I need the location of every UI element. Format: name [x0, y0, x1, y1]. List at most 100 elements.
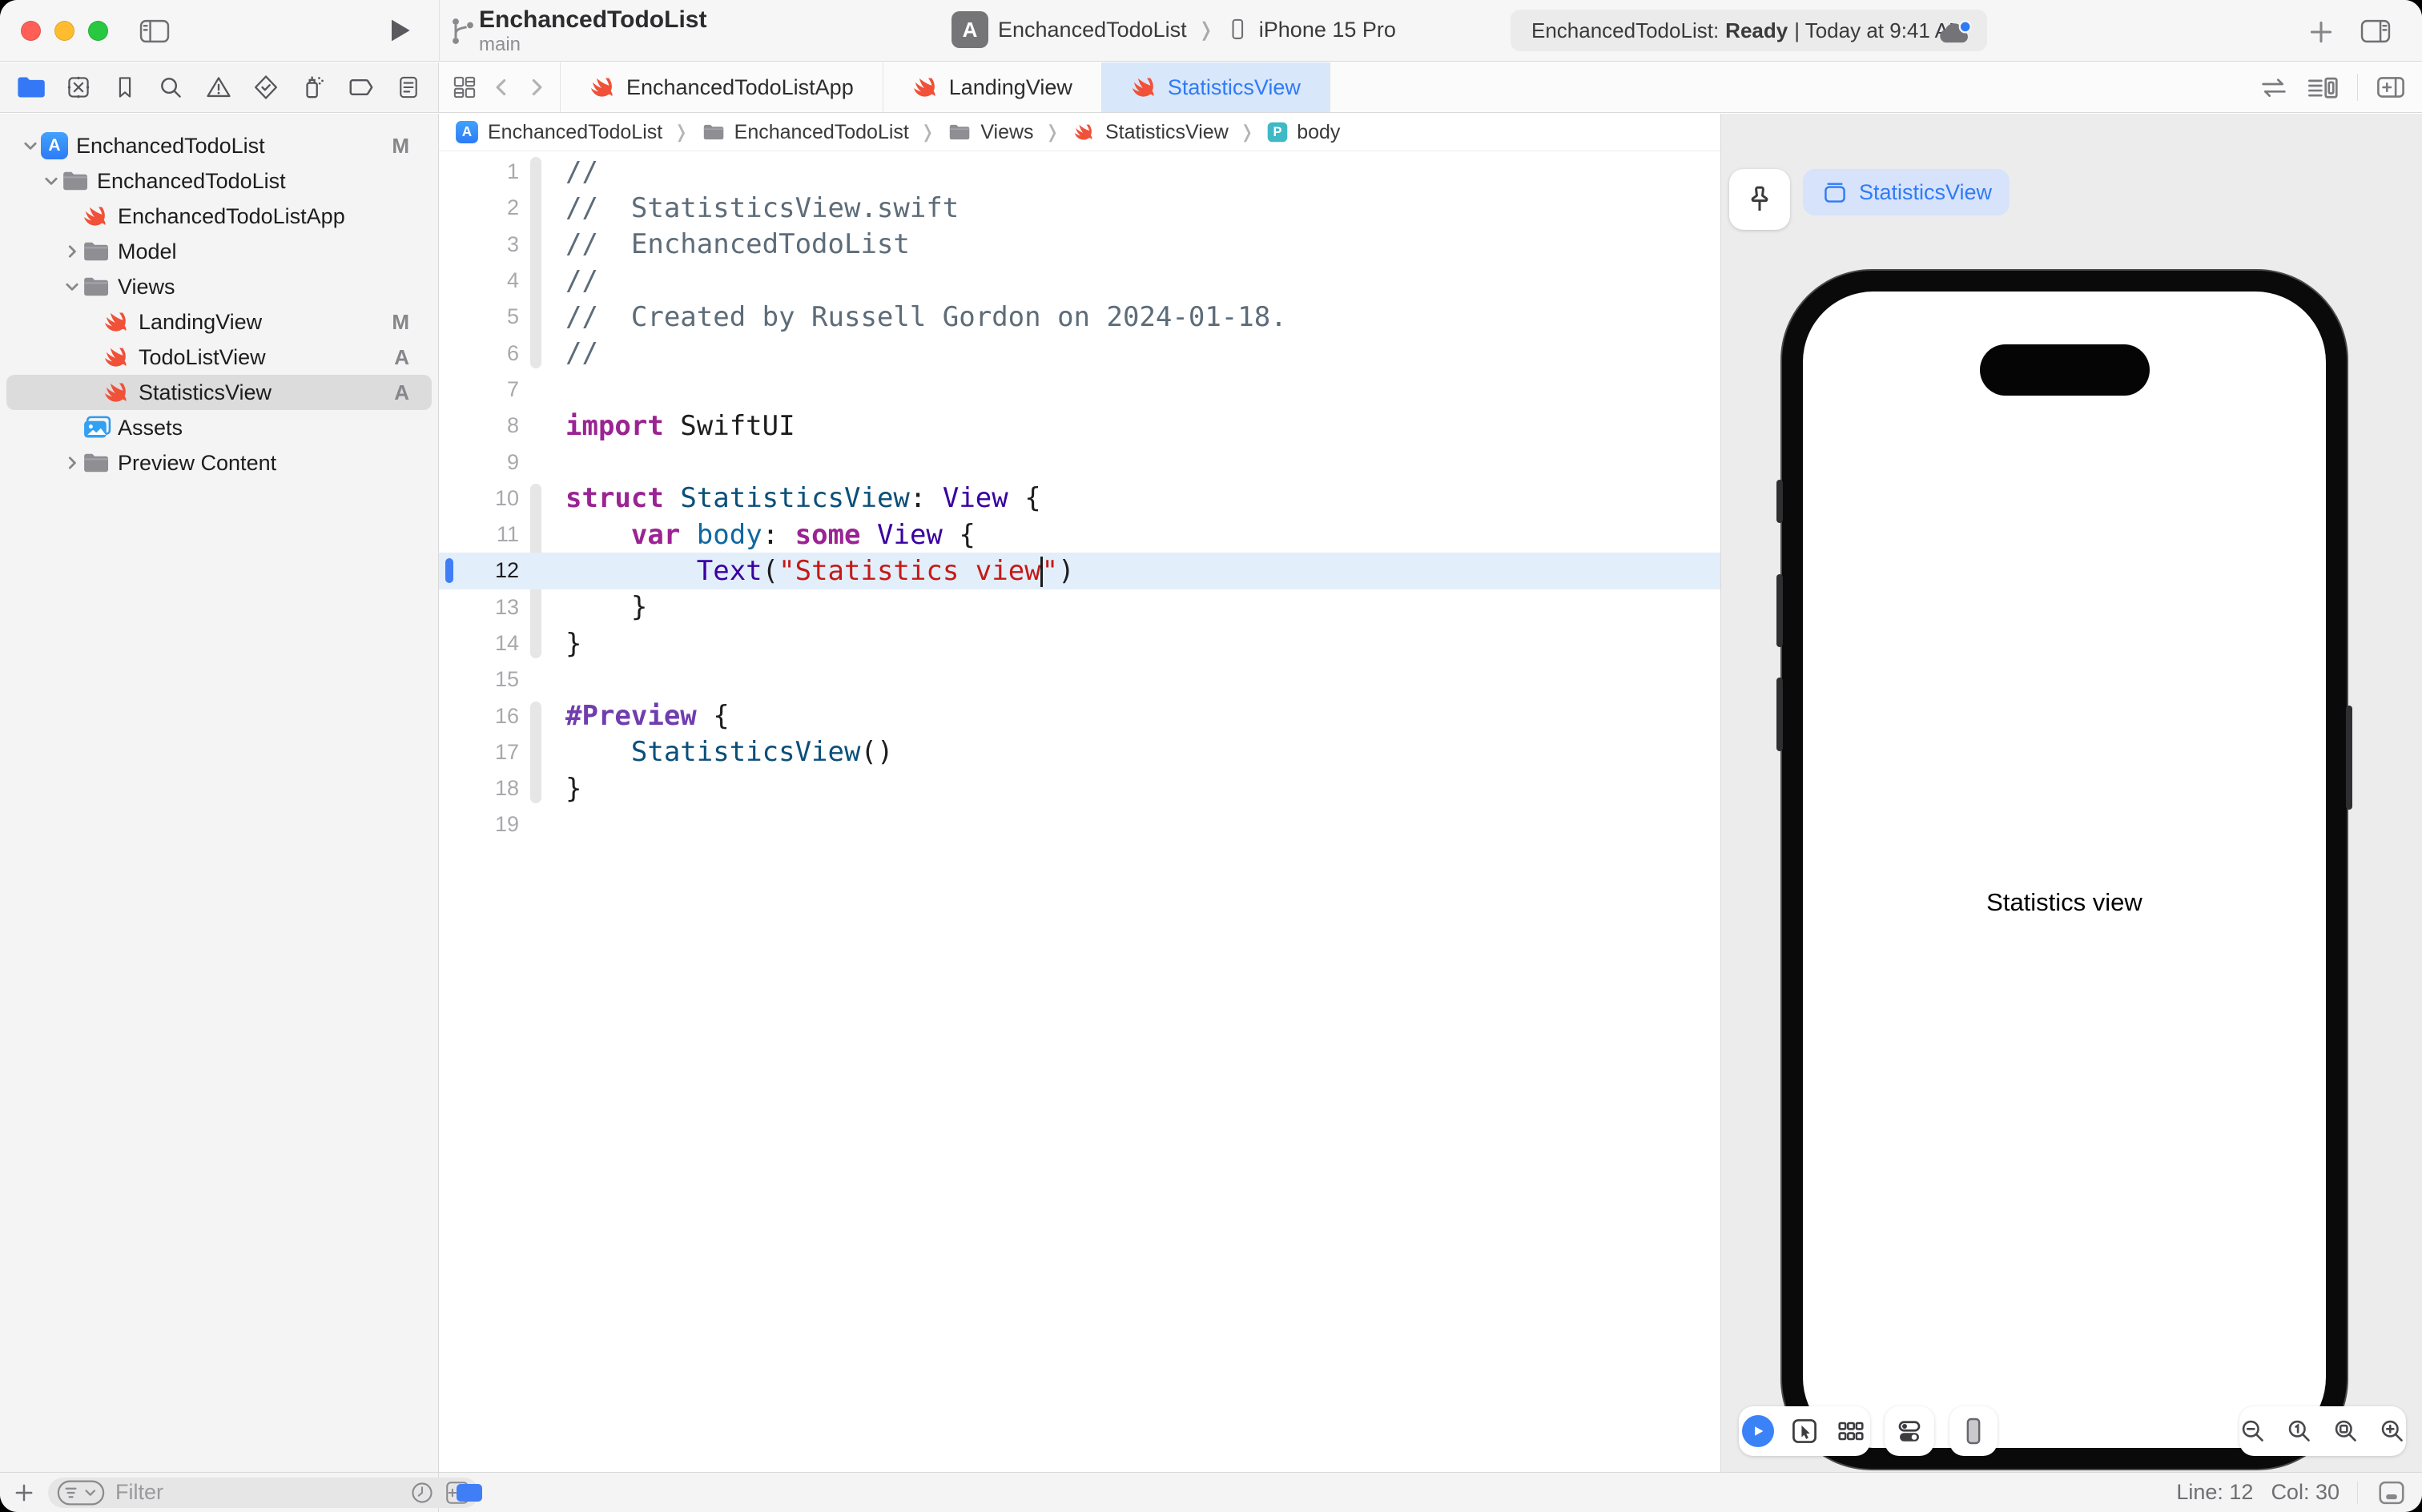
- zoom-in-icon[interactable]: [2377, 1416, 2408, 1446]
- line-number[interactable]: 10: [439, 486, 519, 511]
- scheme-project-name[interactable]: EnchancedTodoList: [998, 18, 1187, 42]
- issues-navigator-icon[interactable]: [203, 73, 234, 102]
- code-area[interactable]: 1//2// StatisticsView.swift3// Enchanced…: [439, 151, 1720, 843]
- preview-iphone-icon[interactable]: [1957, 1414, 1990, 1448]
- breadcrumb-Views[interactable]: Views: [946, 120, 1033, 144]
- source-control-navigator-icon[interactable]: [64, 73, 93, 102]
- zoom-controls: [2239, 1406, 2406, 1456]
- sidebar-item-TodoListView[interactable]: TodoListViewA: [6, 340, 432, 375]
- folder-icon: [82, 275, 113, 299]
- disclosure-closed-icon[interactable]: [62, 454, 82, 472]
- sidebar-item-StatisticsView[interactable]: StatisticsViewA: [6, 375, 432, 410]
- editor-history-controls: [440, 62, 560, 112]
- sidebar-item-Views[interactable]: Views: [6, 269, 432, 304]
- source-control-branch-icon: [449, 14, 477, 52]
- line-number[interactable]: 11: [439, 522, 519, 547]
- add-toolbar-button[interactable]: [2307, 18, 2336, 46]
- line-number[interactable]: 1: [439, 159, 519, 184]
- line-number[interactable]: 3: [439, 232, 519, 257]
- source-control-badge: A: [394, 345, 409, 370]
- related-items-icon[interactable]: [451, 74, 478, 101]
- line-number[interactable]: 5: [439, 304, 519, 329]
- toggle-inspector-icon[interactable]: [2358, 16, 2393, 46]
- live-preview-icon[interactable]: [1742, 1415, 1774, 1447]
- line-number[interactable]: 9: [439, 450, 519, 475]
- source-control-badge: M: [392, 310, 409, 335]
- toggle-navigator-icon[interactable]: [138, 16, 171, 46]
- sidebar-item-EnchancedTodoListApp[interactable]: EnchancedTodoListApp: [6, 199, 432, 234]
- run-button[interactable]: [382, 14, 414, 46]
- line-number[interactable]: 4: [439, 268, 519, 293]
- line-number[interactable]: 14: [439, 631, 519, 656]
- disclosure-closed-icon[interactable]: [62, 243, 82, 260]
- tab-LandingView[interactable]: LandingView: [883, 62, 1102, 112]
- line-number[interactable]: 17: [439, 740, 519, 765]
- variants-mode-icon[interactable]: [1835, 1415, 1867, 1447]
- breadcrumb-body[interactable]: Pbody: [1265, 120, 1340, 144]
- disclosure-open-icon[interactable]: [62, 278, 82, 296]
- disclosure-open-icon[interactable]: [20, 137, 41, 155]
- code-review-icon[interactable]: [2258, 73, 2290, 102]
- tests-navigator-icon[interactable]: [251, 73, 280, 102]
- breadcrumb-EnchancedTodoList[interactable]: AEnchancedTodoList: [453, 119, 662, 146]
- code-text: }: [565, 628, 581, 660]
- zoom-fit-icon[interactable]: [2331, 1416, 2361, 1446]
- source-editor[interactable]: AEnchancedTodoList❭EnchancedTodoList❭Vie…: [439, 114, 1720, 1472]
- zoom-window-button[interactable]: [88, 21, 108, 41]
- breadcrumb-StatisticsView[interactable]: StatisticsView: [1071, 119, 1229, 146]
- navigator-tab-row: EnchancedTodoListAppLandingViewStatistic…: [0, 62, 2422, 113]
- line-number[interactable]: 18: [439, 776, 519, 801]
- code-line: 15: [439, 662, 1720, 698]
- line-number[interactable]: 13: [439, 595, 519, 620]
- sidebar-item-Preview Content[interactable]: Preview Content: [6, 445, 432, 481]
- sidebar-item-Assets[interactable]: Assets: [6, 410, 432, 445]
- sidebar-item-EnchancedTodoList[interactable]: EnchancedTodoList: [6, 163, 432, 199]
- project-navigator-icon[interactable]: [16, 74, 46, 101]
- pin-preview-icon[interactable]: [1729, 169, 1790, 230]
- swift-icon: [103, 379, 134, 406]
- line-number[interactable]: 6: [439, 341, 519, 366]
- line-number[interactable]: 15: [439, 667, 519, 692]
- editor-layout-icon[interactable]: [2376, 1478, 2408, 1508]
- add-file-icon[interactable]: [11, 1480, 37, 1506]
- sidebar-item-LandingView[interactable]: LandingViewM: [6, 304, 432, 340]
- breadcrumb-EnchancedTodoList[interactable]: EnchancedTodoList: [700, 120, 909, 144]
- close-window-button[interactable]: [21, 21, 41, 41]
- swift-icon: [103, 308, 134, 336]
- filter-input[interactable]: [114, 1479, 400, 1506]
- recent-files-icon[interactable]: [408, 1479, 436, 1506]
- tab-EnchancedTodoListApp[interactable]: EnchancedTodoListApp: [560, 62, 883, 112]
- disclosure-open-icon[interactable]: [41, 172, 62, 190]
- reports-navigator-icon[interactable]: [395, 72, 422, 103]
- zoom-out-icon[interactable]: [2238, 1416, 2268, 1446]
- go-back-icon[interactable]: [489, 74, 513, 101]
- jump-bar[interactable]: AEnchancedTodoList❭EnchancedTodoList❭Vie…: [439, 114, 1720, 151]
- add-editor-icon[interactable]: [2374, 72, 2408, 103]
- line-number[interactable]: 8: [439, 413, 519, 438]
- line-number[interactable]: 7: [439, 377, 519, 402]
- sidebar-item-EnchancedTodoList[interactable]: AEnchancedTodoListM: [6, 128, 432, 163]
- sidebar-item-Model[interactable]: Model: [6, 234, 432, 269]
- editor-mode-indicator-icon[interactable]: [457, 1484, 482, 1502]
- minimize-window-button[interactable]: [54, 21, 74, 41]
- line-number[interactable]: 2: [439, 195, 519, 220]
- filter-options-icon[interactable]: [56, 1479, 106, 1506]
- go-forward-icon[interactable]: [525, 74, 549, 101]
- line-number[interactable]: 16: [439, 704, 519, 729]
- iphone-screen[interactable]: Statistics view: [1803, 292, 2326, 1448]
- scheme-device-name[interactable]: iPhone 15 Pro: [1259, 18, 1396, 42]
- zoom-100-icon[interactable]: [2284, 1416, 2315, 1446]
- preview-target-pill[interactable]: StatisticsView: [1803, 169, 2010, 215]
- tab-StatisticsView[interactable]: StatisticsView: [1102, 62, 1330, 112]
- bookmarks-navigator-icon[interactable]: [111, 73, 139, 102]
- filter-field[interactable]: [48, 1478, 479, 1508]
- line-number[interactable]: 19: [439, 812, 519, 837]
- device-settings-icon[interactable]: [1893, 1414, 1926, 1448]
- breakpoints-navigator-icon[interactable]: [347, 74, 377, 101]
- adjust-editor-options-icon[interactable]: [2306, 72, 2341, 103]
- selectable-mode-icon[interactable]: [1788, 1415, 1821, 1447]
- debug-navigator-icon[interactable]: [298, 72, 328, 103]
- find-navigator-icon[interactable]: [156, 73, 185, 102]
- scheme-selector[interactable]: A EnchancedTodoList ❭ iPhone 15 Pro: [952, 11, 1396, 48]
- assets-icon: [82, 415, 113, 440]
